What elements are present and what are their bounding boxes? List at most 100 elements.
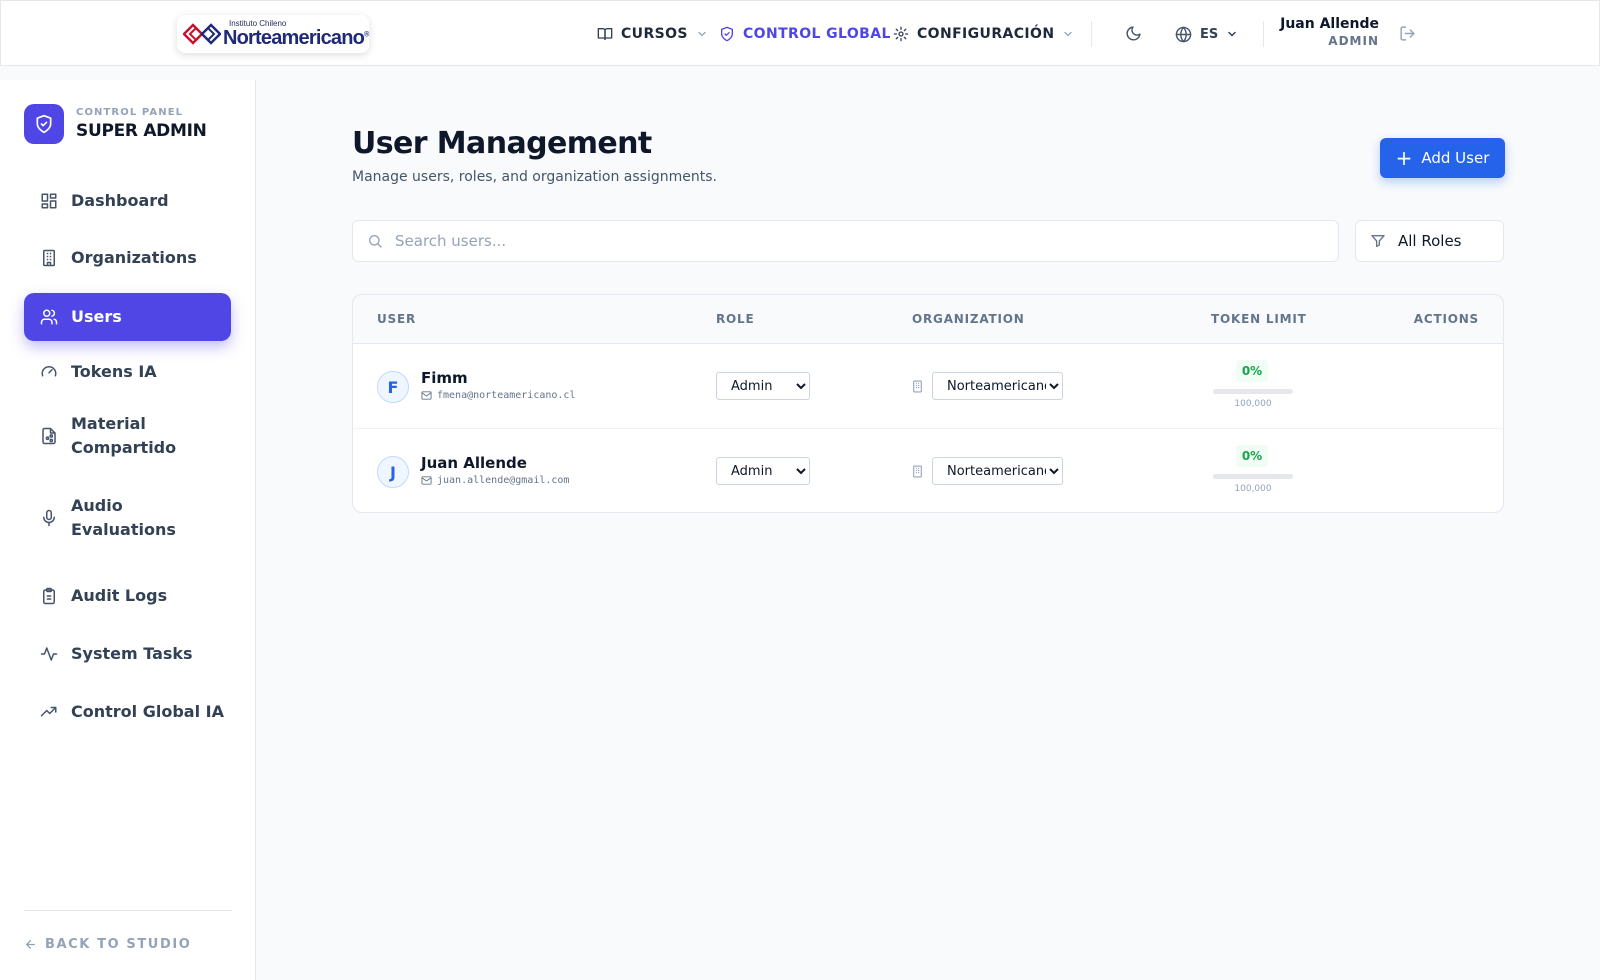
token-usage-bar: [1213, 389, 1293, 394]
sidebar-item-tokens-ia[interactable]: Tokens IA: [24, 344, 231, 400]
sidebar-item-audit-logs[interactable]: Audit Logs: [24, 568, 231, 624]
nav-configuracion-label: CONFIGURACIÓN: [917, 26, 1055, 42]
nav-cursos-label: CURSOS: [621, 26, 688, 42]
avatar: J: [377, 456, 409, 488]
sidebar-item-label: Users: [71, 307, 122, 326]
dashboard-icon: [41, 193, 57, 209]
chevron-down-icon: [1064, 31, 1073, 37]
organization-select[interactable]: Norteamericano: [932, 372, 1063, 400]
sidebar-item-label: Audio Evaluations: [71, 496, 176, 539]
search-input[interactable]: [395, 232, 1295, 250]
building-icon: [913, 465, 922, 478]
gauge-icon: [41, 366, 57, 377]
token-usage-percent: 0%: [1236, 445, 1268, 467]
sidebar-item-label: System Tasks: [71, 644, 193, 663]
nav-control-global-label: CONTROL GLOBAL: [743, 26, 891, 42]
role-select[interactable]: Admin: [716, 372, 810, 400]
column-header-token-limit: TOKEN LIMIT: [1211, 312, 1307, 326]
logo-emblem-icon: [183, 23, 221, 45]
header-divider: [1091, 21, 1092, 47]
search-icon: [369, 235, 382, 248]
page-subtitle: Manage users, roles, and organization as…: [352, 169, 717, 185]
chevron-down-icon: [698, 31, 706, 37]
nav-control-global[interactable]: CONTROL GLOBAL: [719, 1, 891, 67]
user-name: Juan Allende: [421, 454, 527, 472]
top-navigation-bar: Instituto Chileno Norteamericano® CURSOS…: [0, 0, 1600, 66]
sidebar-item-system-tasks[interactable]: System Tasks: [24, 626, 231, 682]
sidebar-brand: CONTROL PANEL SUPER ADMIN: [24, 104, 207, 144]
chevron-down-icon: [1228, 31, 1236, 37]
sidebar-item-label: Material Compartido: [71, 414, 177, 457]
logo-big-text: Norteamericano®: [223, 27, 369, 49]
user-email-text: fmena@norteamericano.cl: [437, 390, 576, 401]
role-filter-value: All Roles: [1398, 232, 1462, 250]
token-usage-percent: 0%: [1236, 360, 1268, 382]
role-filter-dropdown[interactable]: All Roles: [1355, 220, 1504, 262]
sidebar-item-audio-evaluations[interactable]: Audio Evaluations: [24, 488, 231, 548]
sidebar-brand-title: SUPER ADMIN: [76, 121, 207, 141]
shield-check-icon: [721, 26, 733, 42]
column-header-user: USER: [377, 312, 417, 326]
nav-configuracion[interactable]: CONFIGURACIÓN: [893, 1, 1074, 67]
column-header-role: ROLE: [716, 312, 755, 326]
avatar: F: [377, 371, 409, 403]
language-value: ES: [1200, 26, 1219, 42]
sidebar-item-control-global-ia[interactable]: Control Global IA: [24, 684, 231, 740]
search-box: [352, 220, 1339, 262]
logout-icon[interactable]: [1399, 25, 1416, 42]
users-table: USER ROLE ORGANIZATION TOKEN LIMIT ACTIO…: [352, 294, 1504, 513]
sidebar-item-label: Control Global IA: [71, 702, 224, 721]
book-open-icon: [597, 28, 613, 40]
current-user-name: Juan Allende: [1280, 16, 1379, 32]
file-share-icon: [42, 427, 56, 445]
building-icon: [43, 249, 55, 267]
user-email-text: juan.allende@gmail.com: [437, 475, 570, 486]
institution-logo[interactable]: Instituto Chileno Norteamericano®: [177, 15, 369, 53]
organization-select[interactable]: Norteamericano: [932, 457, 1063, 485]
current-user-role: ADMIN: [1328, 34, 1379, 48]
gear-icon: [893, 26, 909, 42]
sidebar-item-users[interactable]: Users: [24, 293, 231, 341]
back-to-studio-link[interactable]: BACK TO STUDIO: [24, 937, 191, 952]
arrow-left-icon: [26, 940, 35, 949]
header-divider: [1263, 21, 1264, 47]
building-icon: [913, 380, 922, 393]
add-user-label: Add User: [1421, 149, 1490, 167]
mail-icon: [421, 391, 432, 400]
filter-icon: [1371, 235, 1385, 247]
clipboard-icon: [43, 587, 55, 605]
language-selector[interactable]: ES: [1175, 1, 1238, 67]
current-user: Juan Allende ADMIN: [1280, 16, 1379, 48]
sidebar-item-label: Tokens IA: [71, 362, 157, 381]
page-title: User Management: [352, 126, 652, 161]
sidebar-item-material-compartido[interactable]: Material Compartido: [24, 406, 231, 466]
sidebar-item-label: Dashboard: [71, 191, 169, 210]
microphone-icon: [43, 509, 55, 527]
back-to-studio-label: BACK TO STUDIO: [45, 937, 192, 952]
user-name: Fimm: [421, 369, 468, 387]
table-row: F Fimm fmena@norteamericano.cl Admin Nor…: [353, 344, 1503, 429]
moon-icon[interactable]: [1125, 25, 1142, 42]
users-icon: [40, 309, 58, 325]
sidebar-divider: [24, 910, 232, 911]
sidebar-item-label: Organizations: [71, 248, 197, 267]
token-usage-bar: [1213, 474, 1293, 479]
mail-icon: [421, 476, 432, 485]
table-row: J Juan Allende juan.allende@gmail.com Ad…: [353, 429, 1503, 512]
role-select[interactable]: Admin: [716, 457, 810, 485]
globe-icon: [1175, 26, 1192, 42]
column-header-actions: ACTIONS: [1413, 312, 1479, 326]
sidebar-item-dashboard[interactable]: Dashboard: [24, 173, 231, 229]
sidebar-item-organizations[interactable]: Organizations: [24, 230, 231, 286]
sidebar-item-label: Audit Logs: [71, 586, 168, 605]
sidebar: CONTROL PANEL SUPER ADMIN Dashboard Orga…: [0, 80, 256, 980]
user-email: fmena@norteamericano.cl: [421, 390, 575, 401]
sidebar-brand-subtitle: CONTROL PANEL: [76, 107, 184, 118]
token-limit-value: 100,000: [1234, 484, 1272, 494]
activity-icon: [40, 647, 58, 661]
nav-cursos[interactable]: CURSOS: [597, 1, 708, 67]
table-header: USER ROLE ORGANIZATION TOKEN LIMIT ACTIO…: [353, 295, 1503, 344]
add-user-button[interactable]: + Add User: [1380, 138, 1505, 178]
plus-icon: +: [1395, 146, 1413, 170]
token-limit-value: 100,000: [1234, 399, 1272, 409]
